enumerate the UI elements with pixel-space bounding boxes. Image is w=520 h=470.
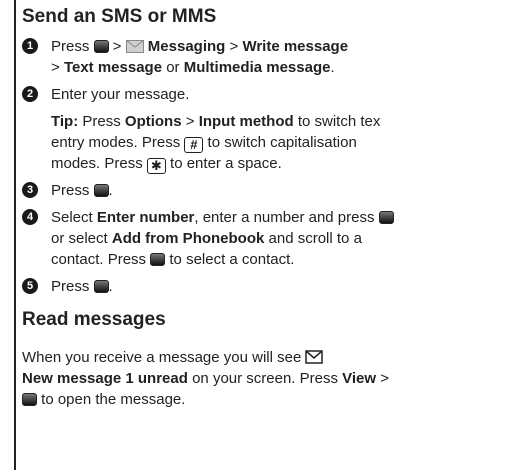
step-1: 1 Press > Messaging > Write message > Te… — [22, 36, 520, 78]
step-2: 2 Enter your message. — [22, 84, 520, 105]
step-number-1: 1 — [22, 38, 38, 54]
read-messages-paragraph: When you receive a message you will see … — [22, 349, 390, 408]
menu-key-icon — [93, 40, 109, 53]
center-key-icon — [93, 280, 109, 293]
step-4-text: Select Enter number, enter a number and … — [51, 207, 520, 270]
center-key-icon — [378, 211, 394, 224]
step-3: 3 Press . — [22, 180, 520, 201]
step-3-text: Press . — [51, 182, 113, 199]
step-number-4: 4 — [22, 209, 38, 225]
hash-key-icon: # — [184, 137, 204, 153]
star-key-icon: ✱ — [146, 158, 166, 174]
center-key-icon — [22, 393, 37, 406]
step-5: 5 Press . — [22, 276, 520, 297]
messaging-envelope-icon — [125, 40, 144, 53]
step-number-5: 5 — [22, 278, 38, 294]
step-4: 4 Select Enter number, enter a number an… — [22, 207, 520, 270]
message-envelope-icon — [305, 350, 324, 364]
step-number-3: 3 — [22, 182, 38, 198]
step-2-text: Enter your message. — [51, 86, 190, 103]
document-content: Send an SMS or MMS 1 Press > Messaging >… — [22, 0, 520, 410]
step-number-2: 2 — [22, 86, 38, 102]
tip-paragraph: Tip: Press Options > Input method to swi… — [51, 113, 381, 174]
step-1-text: Press > Messaging > Write message > Text… — [51, 38, 349, 76]
heading-send-sms: Send an SMS or MMS — [22, 6, 217, 27]
step-5-text: Press . — [51, 278, 113, 295]
center-key-icon — [93, 184, 109, 197]
heading-read-messages: Read messages — [22, 309, 166, 330]
center-key-icon — [150, 253, 166, 266]
margin-rule — [14, 0, 16, 470]
